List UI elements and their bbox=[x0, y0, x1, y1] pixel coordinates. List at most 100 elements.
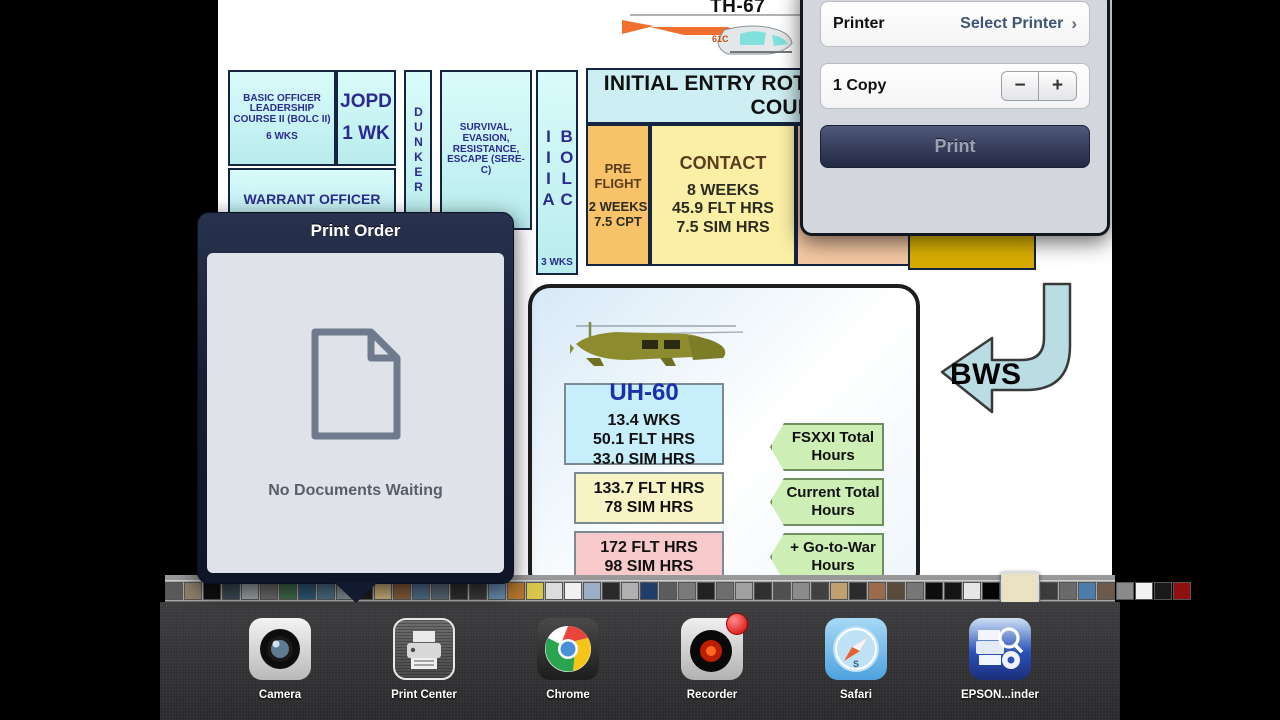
course-box-dunker: DUNKER bbox=[404, 70, 432, 230]
dock-app-epson-printer-finder[interactable]: EPSON...inder bbox=[958, 618, 1042, 701]
course-duration: 1 WK bbox=[342, 123, 390, 144]
filmstrip-thumbnail[interactable] bbox=[317, 582, 335, 600]
filmstrip-thumbnail[interactable] bbox=[697, 582, 715, 600]
course-duration: 3 WKS bbox=[541, 257, 573, 269]
filmstrip-thumbnail[interactable] bbox=[545, 582, 563, 600]
filmstrip-thumbnail[interactable] bbox=[165, 582, 183, 600]
filmstrip-thumbnail[interactable] bbox=[925, 582, 943, 600]
dock-app-recorder[interactable]: Recorder bbox=[670, 613, 754, 701]
filmstrip-thumbnail[interactable] bbox=[1078, 582, 1096, 600]
decrement-copies-button[interactable]: − bbox=[1002, 72, 1039, 100]
filmstrip-thumbnail[interactable] bbox=[773, 582, 791, 600]
dock-app-print-center[interactable]: Print Center bbox=[382, 618, 466, 701]
epson-printer-finder-icon[interactable] bbox=[969, 618, 1031, 680]
filmstrip-thumbnail[interactable] bbox=[488, 582, 506, 600]
dock-app-label: Camera bbox=[258, 689, 302, 701]
copies-stepper[interactable]: − + bbox=[1001, 71, 1077, 101]
filmstrip-thumbnail[interactable] bbox=[222, 582, 240, 600]
th67-helicopter-illustration: 61C bbox=[622, 14, 806, 55]
filmstrip-thumbnail[interactable] bbox=[849, 582, 867, 600]
filmstrip-thumbnail[interactable] bbox=[1154, 582, 1172, 600]
filmstrip-thumbnail[interactable] bbox=[906, 582, 924, 600]
filmstrip-thumbnail[interactable] bbox=[431, 582, 449, 600]
filmstrip-thumbnail[interactable] bbox=[830, 582, 848, 600]
increment-copies-button[interactable]: + bbox=[1039, 72, 1076, 100]
popover-arrow bbox=[333, 582, 378, 603]
filmstrip-thumbnail[interactable] bbox=[963, 582, 981, 600]
filmstrip-thumbnail[interactable] bbox=[1040, 582, 1058, 600]
select-printer-row[interactable]: Printer Select Printer › bbox=[820, 1, 1090, 47]
print-order-body: No Documents Waiting bbox=[207, 253, 504, 573]
dock-app-safari[interactable]: S Safari bbox=[814, 618, 898, 701]
filmstrip-thumbnail[interactable] bbox=[1173, 582, 1191, 600]
filmstrip-thumbnail[interactable] bbox=[279, 582, 297, 600]
filmstrip-thumbnail[interactable] bbox=[1135, 582, 1153, 600]
filmstrip-thumbnail[interactable] bbox=[1059, 582, 1077, 600]
course-box-sere-c: SURVIVAL, EVASION, RESISTANCE, ESCAPE (S… bbox=[440, 70, 532, 230]
filmstrip-thumbnail[interactable] bbox=[583, 582, 601, 600]
bws-label: BWS bbox=[950, 358, 1022, 391]
filmstrip-thumbnail[interactable] bbox=[982, 582, 1000, 600]
course-duration: 6 WKS bbox=[266, 130, 298, 142]
camera-icon[interactable] bbox=[249, 618, 311, 680]
stat-line: 50.1 FLT HRS bbox=[593, 431, 695, 449]
select-printer-value: Select Printer bbox=[960, 15, 1064, 32]
filmstrip-thumbnail[interactable] bbox=[1116, 582, 1134, 600]
chrome-icon[interactable] bbox=[537, 618, 599, 680]
svg-text:S: S bbox=[853, 659, 859, 669]
copies-row: 1 Copy − + bbox=[820, 63, 1090, 109]
copies-label: 1 Copy bbox=[833, 77, 887, 94]
filmstrip-thumbnail[interactable] bbox=[811, 582, 829, 600]
filmstrip-thumbnail[interactable] bbox=[564, 582, 582, 600]
record-icon[interactable] bbox=[681, 613, 748, 680]
course-name: DUNKER bbox=[411, 105, 426, 195]
uh60-stats-box: UH-60 13.4 WKS 50.1 FLT HRS 33.0 SIM HRS bbox=[564, 379, 724, 468]
dock-app-label: EPSON...inder bbox=[961, 689, 1039, 701]
filmstrip-thumbnail[interactable] bbox=[678, 582, 696, 600]
filmstrip-thumbnail[interactable] bbox=[450, 582, 468, 600]
dock-app-chrome[interactable]: Chrome bbox=[526, 618, 610, 701]
course-name: WARRANT OFFICER bbox=[243, 190, 381, 207]
filmstrip-thumbnail[interactable] bbox=[184, 582, 202, 600]
dock-app-camera[interactable]: Camera bbox=[238, 618, 322, 701]
stat-line: 33.0 SIM HRS bbox=[592, 450, 696, 468]
filmstrip-thumbnail[interactable] bbox=[203, 582, 221, 600]
epson-glyph-icon bbox=[976, 627, 1024, 669]
filmstrip-thumbnail[interactable] bbox=[621, 582, 639, 600]
bws-arrow-shape bbox=[940, 282, 1072, 414]
filmstrip-thumbnail[interactable] bbox=[1097, 582, 1115, 600]
print-button[interactable]: Print bbox=[820, 125, 1090, 168]
filmstrip-thumbnail[interactable] bbox=[754, 582, 772, 600]
filmstrip-thumbnail[interactable] bbox=[298, 582, 316, 600]
printer-label: Printer bbox=[833, 15, 885, 32]
chevron-current-total-hours: Current Total Hours bbox=[770, 478, 884, 526]
course-name: BASIC OFFICER LEADERSHIP COURSE II (BOLC… bbox=[233, 92, 331, 125]
filmstrip-thumbnail[interactable] bbox=[241, 582, 259, 600]
filmstrip-thumbnail[interactable] bbox=[944, 582, 962, 600]
chevron-go-to-war-hours: + Go-to-War Hours bbox=[770, 533, 884, 581]
filmstrip-thumbnail[interactable] bbox=[792, 582, 810, 600]
filmstrip-thumbnail[interactable] bbox=[526, 582, 544, 600]
filmstrip-thumbnail[interactable] bbox=[507, 582, 525, 600]
phase-line: 45.9 FLT HRS bbox=[672, 200, 774, 218]
filmstrip-thumbnail[interactable] bbox=[640, 582, 658, 600]
ierw-phase-contact: CONTACT 8 WEEKS 45.9 FLT HRS 7.5 SIM HRS bbox=[650, 124, 796, 266]
filmstrip-thumbnail[interactable] bbox=[735, 582, 753, 600]
filmstrip-thumbnail[interactable] bbox=[469, 582, 487, 600]
course-name: SURVIVAL, EVASION, RESISTANCE, ESCAPE (S… bbox=[447, 122, 525, 177]
uh60-helicopter-illustration bbox=[570, 322, 744, 366]
select-printer-value-group: Select Printer › bbox=[960, 14, 1077, 34]
filmstrip-thumbnail[interactable] bbox=[887, 582, 905, 600]
filmstrip-thumbnail[interactable] bbox=[716, 582, 734, 600]
stat-line: 98 SIM HRS bbox=[604, 558, 694, 575]
filmstrip-thumbnail[interactable] bbox=[602, 582, 620, 600]
filmstrip-thumbnail[interactable] bbox=[393, 582, 411, 600]
filmstrip-thumbnail[interactable] bbox=[412, 582, 430, 600]
compass-icon[interactable]: S bbox=[825, 618, 887, 680]
filmstrip-thumbnail[interactable] bbox=[260, 582, 278, 600]
svg-text:61C: 61C bbox=[712, 34, 729, 44]
uh60-summary-panel: UH-60 13.4 WKS 50.1 FLT HRS 33.0 SIM HRS… bbox=[528, 284, 920, 594]
filmstrip-thumbnail[interactable] bbox=[868, 582, 886, 600]
filmstrip-thumbnail[interactable] bbox=[659, 582, 677, 600]
printer-icon[interactable] bbox=[393, 618, 455, 680]
